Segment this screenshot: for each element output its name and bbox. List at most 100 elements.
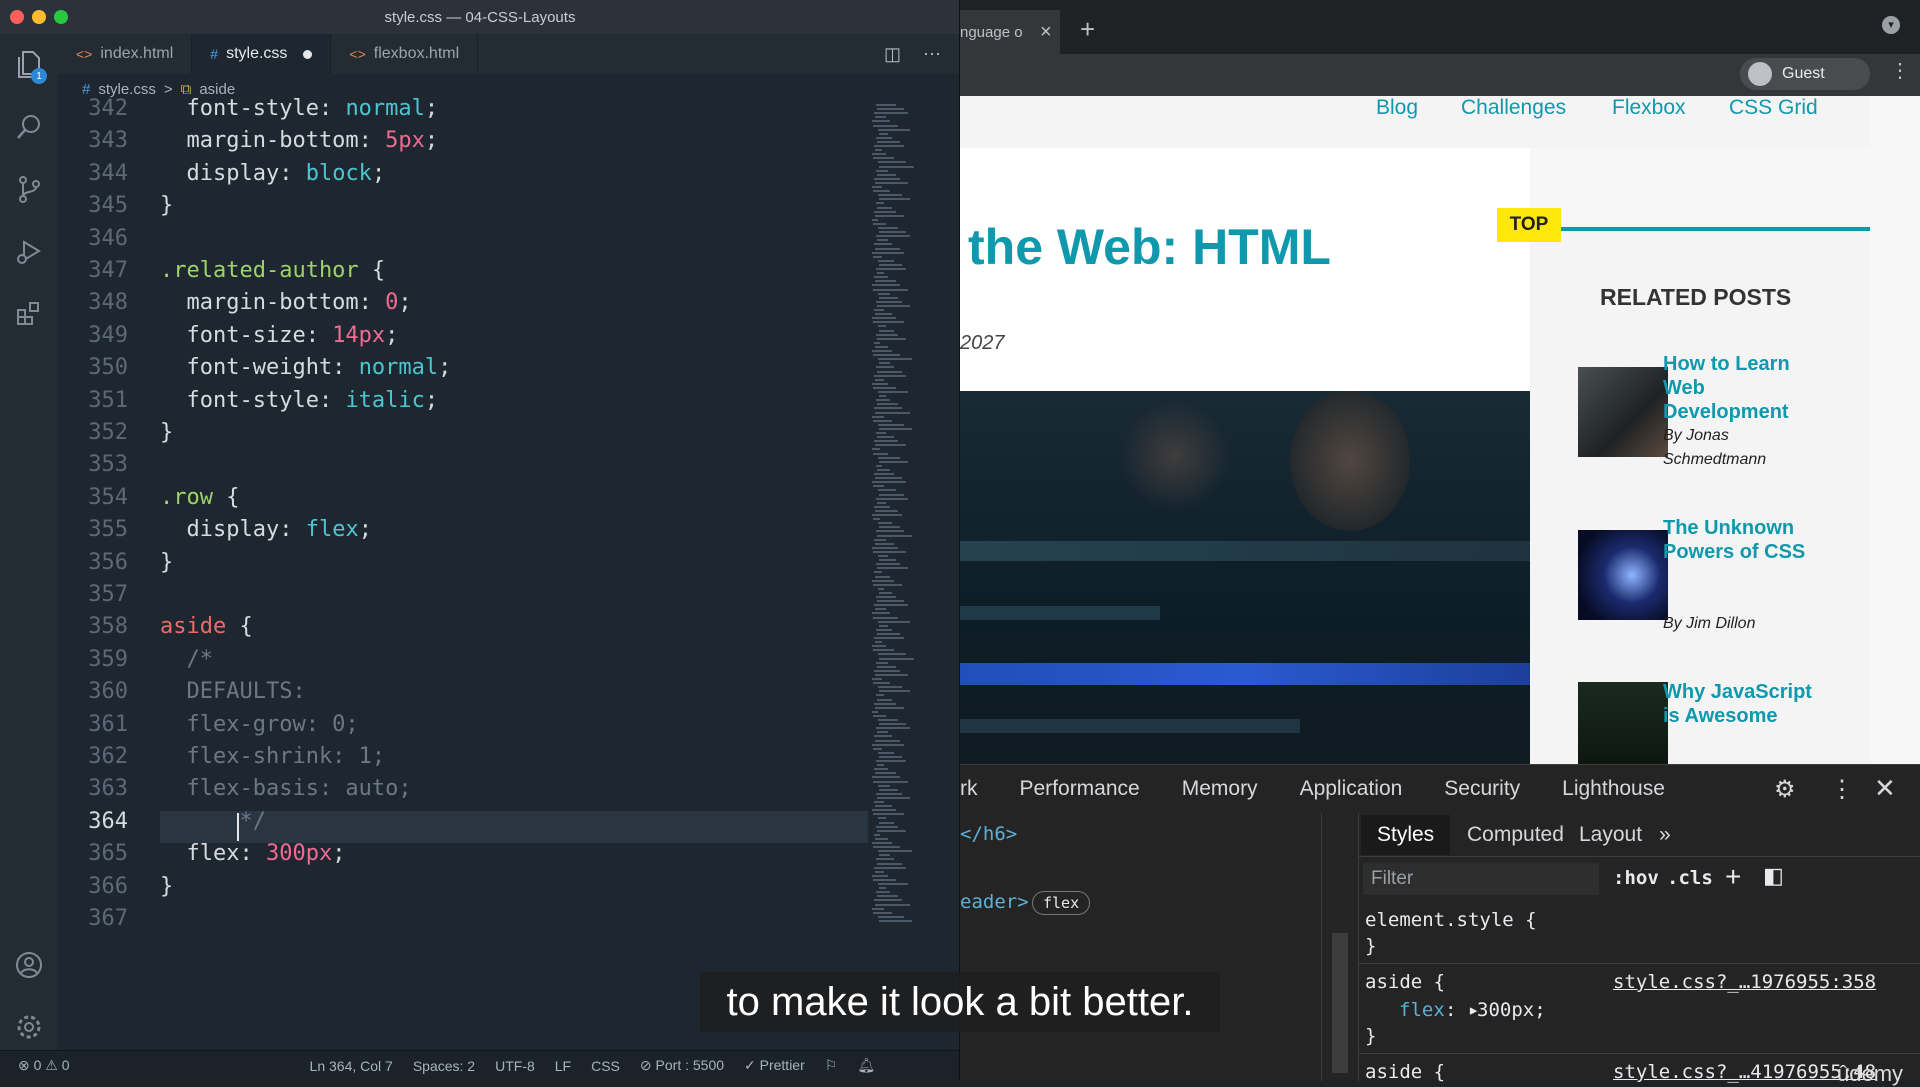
new-tab-icon[interactable]: +: [1080, 14, 1095, 45]
element-node[interactable]: eader>: [960, 891, 1029, 913]
code-line[interactable]: }: [160, 550, 173, 575]
subtab-styles[interactable]: Styles: [1361, 815, 1451, 855]
profile-label: Guest: [1782, 65, 1825, 82]
account-icon[interactable]: [0, 940, 58, 990]
code-line[interactable]: /*: [160, 647, 213, 672]
profile-button[interactable]: Guest: [1740, 58, 1870, 90]
maximize-window-button[interactable]: [54, 10, 68, 24]
code-editor[interactable]: 342 font-style: normal; 343 margin-bottom…: [58, 96, 868, 1050]
close-tab-icon[interactable]: ×: [1040, 21, 1052, 44]
code-line[interactable]: margin-bottom: 5px;: [160, 128, 438, 153]
run-debug-icon[interactable]: [0, 226, 58, 276]
style-rule-selector: aside {: [1365, 971, 1446, 993]
nav-link-flexbox[interactable]: Flexbox: [1612, 96, 1686, 120]
extensions-icon[interactable]: [0, 288, 58, 338]
browser-menu-icon[interactable]: ⋮: [1890, 58, 1910, 83]
line-number: 342: [88, 96, 128, 121]
source-control-icon[interactable]: [0, 164, 58, 214]
code-line[interactable]: .row {: [160, 485, 239, 510]
toggle-sidebar-icon[interactable]: ◧: [1763, 863, 1784, 889]
indentation[interactable]: Spaces: 2: [413, 1058, 475, 1074]
subtab-computed[interactable]: Computed: [1451, 815, 1580, 855]
devtools-tab-security[interactable]: Security: [1444, 777, 1520, 801]
nav-link-blog[interactable]: Blog: [1376, 96, 1418, 120]
breadcrumb-separator: >: [163, 80, 173, 98]
related-post-thumbnail[interactable]: [1578, 530, 1668, 620]
devtools-settings-gear-icon[interactable]: ⚙: [1774, 775, 1796, 804]
close-window-button[interactable]: [10, 10, 24, 24]
tab-style-css[interactable]: # style.css: [192, 34, 332, 74]
code-line[interactable]: font-size: 14px;: [160, 323, 398, 348]
minimap[interactable]: [870, 100, 952, 950]
expand-arrow-icon[interactable]: : ▸: [1445, 999, 1479, 1021]
devtools-tab-memory[interactable]: Memory: [1182, 777, 1258, 801]
settings-gear-icon[interactable]: [0, 1002, 58, 1052]
class-toggle[interactable]: .cls: [1667, 867, 1713, 889]
devtools-tab-performance[interactable]: Performance: [1020, 777, 1140, 801]
post-hero-image: [960, 391, 1530, 764]
split-editor-icon[interactable]: ◫: [884, 44, 901, 65]
devtools-close-icon[interactable]: ✕: [1874, 773, 1896, 804]
devtools-tab[interactable]: rk: [960, 777, 978, 801]
tab-index-html[interactable]: <> index.html: [58, 34, 193, 74]
code-line[interactable]: aside {: [160, 614, 253, 639]
code-line[interactable]: flex-grow: 0;: [160, 712, 358, 737]
explorer-icon[interactable]: 1: [0, 40, 58, 90]
code-line[interactable]: }: [160, 874, 173, 899]
devtools-more-icon[interactable]: ⋮: [1830, 775, 1854, 804]
code-line[interactable]: font-style: normal;: [160, 96, 438, 121]
breadcrumb-file[interactable]: style.css: [98, 81, 156, 98]
code-line[interactable]: display: block;: [160, 161, 385, 186]
devtools-tab-application[interactable]: Application: [1300, 777, 1403, 801]
code-line[interactable]: display: flex;: [160, 517, 371, 542]
related-post-title[interactable]: How to Learn Web Development: [1663, 352, 1813, 424]
nav-link-challenges[interactable]: Challenges: [1461, 96, 1566, 120]
line-number: 359: [88, 646, 128, 672]
element-node[interactable]: </h6>: [960, 823, 1017, 845]
styles-filter-input[interactable]: Filter: [1363, 863, 1599, 895]
tab-flexbox-html[interactable]: <> flexbox.html: [331, 34, 479, 74]
code-line[interactable]: margin-bottom: 0;: [160, 290, 411, 315]
code-line[interactable]: DEFAULTS:: [160, 679, 305, 704]
hover-state-toggle[interactable]: :hov: [1613, 867, 1659, 889]
code-line[interactable]: flex-basis: auto;: [160, 776, 411, 801]
breadcrumb-symbol[interactable]: aside: [199, 81, 235, 98]
notifications-bell-icon[interactable]: 🔔︎: [857, 1057, 875, 1074]
encoding[interactable]: UTF-8: [495, 1058, 535, 1074]
code-line[interactable]: .related-author {: [160, 258, 385, 283]
tab-search-icon[interactable]: ▾: [1882, 16, 1900, 34]
cursor-position[interactable]: Ln 364, Col 7: [310, 1058, 393, 1074]
related-post-thumbnail[interactable]: [1578, 367, 1668, 457]
code-line[interactable]: flex-shrink: 1;: [160, 744, 385, 769]
scrollbar[interactable]: [1332, 933, 1348, 1073]
code-line[interactable]: */: [160, 809, 266, 834]
feedback-icon[interactable]: ⚐: [825, 1057, 838, 1074]
language-mode[interactable]: CSS: [591, 1058, 620, 1074]
nav-link-css-grid[interactable]: CSS Grid: [1729, 96, 1818, 120]
new-rule-icon[interactable]: +: [1725, 861, 1741, 893]
more-actions-icon[interactable]: ⋯: [923, 44, 941, 65]
code-line[interactable]: font-weight: normal;: [160, 355, 451, 380]
end-of-line[interactable]: LF: [555, 1058, 571, 1074]
style-value[interactable]: 300px;: [1477, 999, 1546, 1021]
tab-label: index.html: [100, 45, 174, 62]
flex-badge[interactable]: flex: [1032, 891, 1091, 915]
search-icon[interactable]: [0, 102, 58, 152]
code-line[interactable]: font-style: italic;: [160, 388, 438, 413]
live-server-port[interactable]: ⊘ Port : 5500: [640, 1057, 724, 1074]
style-property[interactable]: flex: [1399, 999, 1445, 1021]
prettier-status[interactable]: ✓ Prettier: [744, 1057, 805, 1074]
devtools-tab-lighthouse[interactable]: Lighthouse: [1562, 777, 1665, 801]
more-tabs-icon[interactable]: »: [1643, 815, 1687, 855]
browser-tab[interactable]: nguage o ×: [960, 10, 1060, 54]
unsaved-dot-icon[interactable]: [303, 49, 313, 59]
related-post-thumbnail[interactable]: [1578, 682, 1668, 764]
code-line[interactable]: flex: 300px;: [160, 841, 345, 866]
related-post-title[interactable]: The Unknown Powers of CSS: [1663, 516, 1813, 564]
related-post-title[interactable]: Why JavaScript is Awesome: [1663, 680, 1813, 728]
problems-indicator[interactable]: ⊗ 0 ⚠ 0: [18, 1057, 70, 1074]
code-line[interactable]: }: [160, 420, 173, 445]
style-rule-source-link[interactable]: style.css?_…1976955:358: [1613, 971, 1876, 993]
code-line[interactable]: }: [160, 193, 173, 218]
minimize-window-button[interactable]: [32, 10, 46, 24]
